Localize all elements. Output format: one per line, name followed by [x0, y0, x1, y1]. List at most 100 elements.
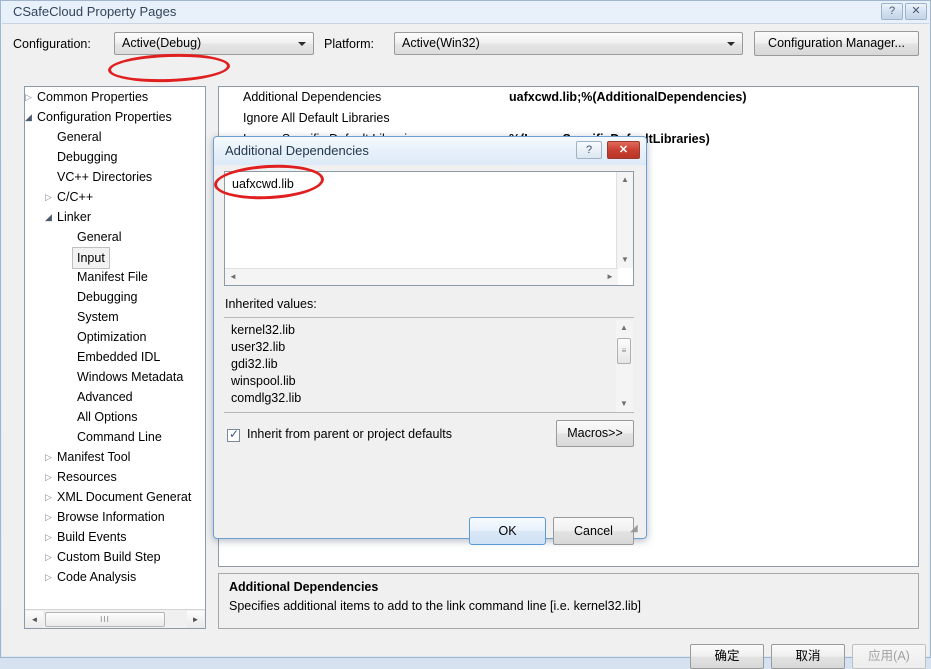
tree-item-configuration-properties[interactable]: ◢ Configuration Properties	[25, 107, 205, 127]
tree-item-windows-metadata[interactable]: Windows Metadata	[25, 367, 205, 387]
scroll-down-icon[interactable]: ▼	[617, 252, 633, 268]
edit-vertical-scrollbar[interactable]: ▲ ▼	[616, 172, 633, 268]
inherited-value-item[interactable]: comdlg32.lib	[231, 390, 616, 407]
inherited-scroll-thumb[interactable]: ≡	[617, 338, 631, 364]
inherited-value-item[interactable]: user32.lib	[231, 339, 616, 356]
tree-horizontal-scrollbar[interactable]: ◄ III ►	[25, 609, 205, 628]
cancel-button[interactable]: 取消	[771, 644, 845, 669]
property-value[interactable]: uafxcwd.lib;%(AdditionalDependencies)	[509, 87, 747, 108]
properties-tree[interactable]: ▷ Common Properties ◢ Configuration Propert…	[25, 87, 205, 610]
chevron-right-icon[interactable]: ▷	[45, 487, 52, 507]
tree-item-manifest-file[interactable]: Manifest File	[25, 267, 205, 287]
inherited-vertical-scrollbar[interactable]: ▲ ≡ ▼	[616, 320, 633, 412]
inherited-value-item[interactable]: gdi32.lib	[231, 356, 616, 373]
scroll-up-icon[interactable]: ▲	[617, 172, 633, 188]
tree-item-label: C/C++	[57, 190, 94, 204]
apply-button[interactable]: 应用(A)	[852, 644, 926, 669]
tree-scroll-thumb[interactable]: III	[45, 612, 165, 627]
tree-item-label: VC++ Directories	[57, 170, 153, 184]
scroll-right-icon[interactable]: ►	[187, 611, 204, 628]
help-icon[interactable]: ?	[881, 3, 903, 20]
dialog-cancel-button[interactable]: Cancel	[553, 517, 634, 545]
tree-item-command-line[interactable]: Command Line	[25, 427, 205, 447]
tree-item-label: Browse Information	[57, 510, 165, 524]
chevron-right-icon[interactable]: ▷	[45, 507, 52, 527]
tree-item-resources[interactable]: ▷ Resources	[25, 467, 205, 487]
tree-item-c-c[interactable]: ▷ C/C++	[25, 187, 205, 207]
platform-value: Active(Win32)	[402, 36, 480, 50]
chevron-right-icon[interactable]: ▷	[45, 467, 52, 487]
tree-item-input[interactable]: Input	[25, 247, 205, 269]
chevron-right-icon[interactable]: ▷	[45, 187, 52, 207]
scroll-left-icon[interactable]: ◄	[225, 269, 241, 285]
tree-item-system[interactable]: System	[25, 307, 205, 327]
tree-item-browse-information[interactable]: ▷ Browse Information	[25, 507, 205, 527]
platform-label: Platform:	[324, 37, 375, 51]
tree-item-manifest-tool[interactable]: ▷ Manifest Tool	[25, 447, 205, 467]
property-name: Additional Dependencies	[243, 90, 382, 104]
dialog-ok-button[interactable]: OK	[469, 517, 546, 545]
scroll-up-icon[interactable]: ▲	[616, 320, 632, 336]
configuration-label: Configuration:	[13, 37, 91, 51]
dialog-help-icon[interactable]: ?	[576, 141, 602, 159]
property-row[interactable]: Ignore All Default Libraries	[219, 108, 918, 129]
window-client-area: Configuration: Active(Debug) Platform: A…	[2, 23, 929, 669]
scroll-right-icon[interactable]: ►	[602, 269, 618, 285]
tree-item-general[interactable]: General	[25, 227, 205, 247]
tree-item-label: XML Document Generat	[57, 490, 192, 504]
checkmark-icon: ✓	[229, 427, 240, 441]
tree-item-label: Configuration Properties	[37, 110, 172, 124]
tree-item-debugging[interactable]: Debugging	[25, 287, 205, 307]
tree-item-debugging[interactable]: Debugging	[25, 147, 205, 167]
tree-item-common-properties[interactable]: ▷ Common Properties	[25, 87, 205, 107]
resize-grip-icon[interactable]: ◢	[630, 523, 642, 535]
macros-button[interactable]: Macros>>	[556, 420, 634, 447]
configuration-dropdown[interactable]: Active(Debug)	[114, 32, 314, 55]
dialog-body: uafxcwd.lib ▲ ▼ ◄ ► Inherited values: ke…	[215, 165, 645, 545]
ok-button[interactable]: 确定	[690, 644, 764, 669]
inherited-value-item[interactable]: kernel32.lib	[231, 322, 616, 339]
tree-item-build-events[interactable]: ▷ Build Events	[25, 527, 205, 547]
tree-item-vc-directories[interactable]: VC++ Directories	[25, 167, 205, 187]
scroll-down-icon[interactable]: ▼	[616, 396, 632, 412]
description-text: Specifies additional items to add to the…	[229, 599, 642, 613]
tree-item-linker[interactable]: ◢ Linker	[25, 207, 205, 227]
tree-item-general[interactable]: General	[25, 127, 205, 147]
chevron-right-icon[interactable]: ▷	[25, 87, 32, 107]
tree-item-all-options[interactable]: All Options	[25, 407, 205, 427]
inherited-values-list[interactable]: kernel32.lib user32.lib gdi32.lib winspool.…	[224, 317, 634, 413]
window-titlebar: CSafeCloud Property Pages ? ✕	[1, 1, 930, 23]
inherit-defaults-checkbox[interactable]: ✓	[227, 427, 240, 442]
inherited-value-item[interactable]: winspool.lib	[231, 373, 616, 390]
chevron-down-icon[interactable]: ◢	[45, 207, 52, 227]
tree-item-xml-document-generat[interactable]: ▷ XML Document Generat	[25, 487, 205, 507]
tree-item-embedded-idl[interactable]: Embedded IDL	[25, 347, 205, 367]
tree-item-label: Common Properties	[37, 90, 149, 104]
tree-item-label: Command Line	[77, 430, 162, 444]
chevron-down-icon[interactable]: ◢	[25, 107, 32, 127]
tree-item-label: Debugging	[57, 150, 118, 164]
chevron-right-icon[interactable]: ▷	[45, 527, 52, 547]
dependencies-edit-box[interactable]: uafxcwd.lib ▲ ▼ ◄ ►	[224, 171, 634, 286]
tree-item-code-analysis[interactable]: ▷ Code Analysis	[25, 567, 205, 587]
tree-item-label: Input	[72, 247, 110, 269]
chevron-right-icon[interactable]: ▷	[45, 447, 52, 467]
tree-item-label: Resources	[57, 470, 117, 484]
tree-item-label: System	[77, 310, 119, 324]
dialog-close-icon[interactable]: ✕	[607, 141, 640, 159]
tree-item-custom-build-step[interactable]: ▷ Custom Build Step	[25, 547, 205, 567]
tree-item-optimization[interactable]: Optimization	[25, 327, 205, 347]
platform-dropdown[interactable]: Active(Win32)	[394, 32, 743, 55]
chevron-right-icon[interactable]: ▷	[45, 547, 52, 567]
tree-item-advanced[interactable]: Advanced	[25, 387, 205, 407]
chevron-right-icon[interactable]: ▷	[45, 567, 52, 587]
configuration-manager-button[interactable]: Configuration Manager...	[754, 31, 919, 56]
tree-item-label: General	[57, 130, 102, 144]
property-pages-window: CSafeCloud Property Pages ? ✕ Configurat…	[0, 0, 931, 669]
close-icon[interactable]: ✕	[905, 3, 927, 20]
tree-item-label: General	[77, 230, 122, 244]
edit-horizontal-scrollbar[interactable]: ◄ ►	[225, 268, 618, 285]
property-row[interactable]: Additional Dependencies uafxcwd.lib;%(Add…	[219, 87, 918, 108]
tree-item-label: Manifest Tool	[57, 450, 131, 464]
scroll-left-icon[interactable]: ◄	[26, 611, 43, 628]
